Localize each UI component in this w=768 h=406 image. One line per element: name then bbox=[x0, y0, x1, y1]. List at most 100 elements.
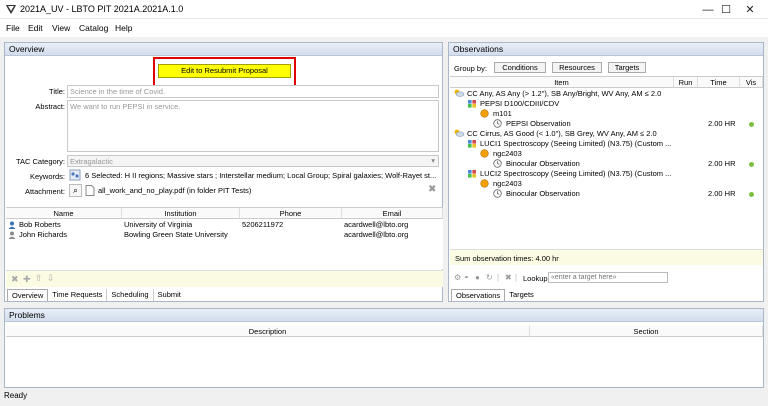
tac-category-select[interactable]: Extragalactic ▾ bbox=[67, 155, 439, 167]
visibility-dot bbox=[749, 192, 754, 197]
tree-item-label: Binocular Observation bbox=[506, 189, 580, 198]
investigator-name: Bob Roberts bbox=[19, 220, 61, 229]
sum-bar: Sum observation times: 4.00 hr bbox=[450, 249, 763, 265]
menu-view[interactable]: View bbox=[52, 23, 70, 33]
tab-time-requests[interactable]: Time Requests bbox=[48, 289, 108, 301]
tree-item-label: LUCI1 Spectroscopy (Seeing Limited) (N3.… bbox=[480, 139, 672, 148]
tree-item-label: ngc2403 bbox=[493, 149, 522, 158]
keywords-value: 6 Selected: H II regions; Massive stars … bbox=[85, 171, 437, 180]
delete-icon[interactable]: ✖ bbox=[11, 274, 19, 285]
group-by-label: Group by: bbox=[454, 64, 487, 73]
col-section[interactable]: Section bbox=[530, 326, 763, 337]
separator: | bbox=[497, 273, 500, 282]
tree-item[interactable]: Binocular Observation 2.00 HR bbox=[450, 189, 763, 199]
observations-panel: Observations Group by: Conditions Resour… bbox=[448, 42, 764, 302]
attach-button[interactable]: ⌕ bbox=[69, 184, 82, 197]
cloud-sun-icon bbox=[454, 89, 465, 97]
group-conditions-button[interactable]: Conditions bbox=[494, 62, 546, 73]
window-titlebar: 2021A_UV - LBTO PIT 2021A.2021A.1.0 — ☐ … bbox=[0, 0, 768, 19]
file-icon bbox=[85, 185, 95, 196]
overview-tabs: Overview Time Requests Scheduling Submit bbox=[7, 289, 442, 301]
tree-item-time: 2.00 HR bbox=[708, 119, 736, 128]
problems-list bbox=[6, 338, 763, 387]
refresh-icon[interactable]: ↻ bbox=[486, 273, 493, 282]
tab-overview[interactable]: Overview bbox=[7, 289, 49, 301]
col-time[interactable]: Time bbox=[698, 77, 740, 88]
overview-panel: Overview Edit to Resubmit Proposal Title… bbox=[4, 42, 443, 302]
problems-header: Problems bbox=[5, 309, 763, 322]
tree-item-label: m101 bbox=[493, 109, 512, 118]
tree-item[interactable]: LUCI2 Spectroscopy (Seeing Limited) (N3.… bbox=[450, 169, 763, 179]
investigators-table: Name Institution Phone Email Bob Roberts… bbox=[6, 207, 443, 269]
add-observation-icon[interactable]: ⚙ bbox=[454, 273, 461, 282]
tree-item[interactable]: Binocular Observation 2.00 HR bbox=[450, 159, 763, 169]
col-run[interactable]: Run bbox=[674, 77, 698, 88]
table-row[interactable]: Bob Roberts University of Virginia 52062… bbox=[6, 220, 443, 230]
attachment-value[interactable]: all_work_and_no_play.pdf (in folder PIT … bbox=[98, 186, 398, 196]
status-text: Ready bbox=[4, 391, 28, 400]
tree-item-label: LUCI2 Spectroscopy (Seeing Limited) (N3.… bbox=[480, 169, 672, 178]
person-icon bbox=[8, 221, 16, 229]
tree-item[interactable]: CC Any, AS Any (> 1.2"), SB Any/Bright, … bbox=[450, 89, 763, 99]
close-window-button[interactable]: ✕ bbox=[730, 0, 768, 19]
menu-edit[interactable]: Edit bbox=[28, 23, 43, 33]
add-resource-icon[interactable]: ◓ bbox=[464, 273, 469, 282]
tac-category-label: TAC Category: bbox=[15, 157, 65, 166]
title-field[interactable]: Science in the time of Covid. bbox=[67, 85, 439, 98]
investigator-email: acardwell@lbto.org bbox=[344, 220, 409, 229]
col-institution[interactable]: Institution bbox=[122, 208, 240, 219]
visibility-dot bbox=[749, 162, 754, 167]
menu-help[interactable]: Help bbox=[115, 23, 132, 33]
tree-item[interactable]: PEPSI D100/CDIII/CDV bbox=[450, 99, 763, 109]
tree-item[interactable]: ngc2403 bbox=[450, 179, 763, 189]
abstract-field[interactable]: We want to run PEPSI in service. bbox=[67, 100, 439, 152]
edit-resubmit-button[interactable]: Edit to Resubmit Proposal bbox=[158, 64, 291, 78]
col-description[interactable]: Description bbox=[6, 326, 530, 337]
tree-item[interactable]: LUCI1 Spectroscopy (Seeing Limited) (N3.… bbox=[450, 139, 763, 149]
tree-item-label: PEPSI Observation bbox=[506, 119, 571, 128]
col-item[interactable]: Item bbox=[450, 77, 674, 88]
lookup-input[interactable] bbox=[548, 272, 668, 283]
menu-catalog[interactable]: Catalog bbox=[79, 23, 108, 33]
app-logo-icon bbox=[6, 5, 16, 14]
tree-item-label: ngc2403 bbox=[493, 179, 522, 188]
tab-submit[interactable]: Submit bbox=[154, 289, 185, 301]
keywords-icon[interactable] bbox=[69, 169, 81, 181]
group-targets-button[interactable]: Targets bbox=[608, 62, 646, 73]
tab-targets[interactable]: Targets bbox=[505, 289, 538, 301]
col-name[interactable]: Name bbox=[6, 208, 122, 219]
move-up-icon[interactable]: ⇧ bbox=[35, 273, 43, 284]
tab-observations[interactable]: Observations bbox=[451, 289, 506, 301]
tree-item-label: CC Any, AS Any (> 1.2"), SB Any/Bright, … bbox=[467, 89, 662, 98]
group-resources-button[interactable]: Resources bbox=[552, 62, 602, 73]
observation-toolbar: ⚙ ◓ ● ↻ | ✖ | Lookup bbox=[450, 271, 763, 285]
observations-header: Observations bbox=[449, 43, 763, 56]
observations-tabs: Observations Targets bbox=[451, 289, 763, 301]
target-star-icon bbox=[480, 149, 489, 158]
col-phone[interactable]: Phone bbox=[240, 208, 342, 219]
table-row[interactable]: John Richards Bowling Green State Univer… bbox=[6, 230, 443, 240]
remove-attachment-icon[interactable]: ✖ bbox=[428, 184, 436, 195]
tab-scheduling[interactable]: Scheduling bbox=[107, 289, 154, 301]
investigator-phone: 5206211972 bbox=[242, 220, 284, 229]
tree-item[interactable]: CC Cirrus, AS Good (< 1.0"), SB Grey, WV… bbox=[450, 129, 763, 139]
overview-header: Overview bbox=[5, 43, 442, 56]
attachment-label: Attachment: bbox=[24, 187, 65, 196]
tree-item[interactable]: PEPSI Observation 2.00 HR bbox=[450, 119, 763, 129]
conditions-icon bbox=[454, 129, 465, 139]
chevron-down-icon: ▾ bbox=[431, 156, 435, 165]
tree-item[interactable]: m101 bbox=[450, 109, 763, 119]
observation-icon bbox=[493, 189, 502, 200]
add-icon[interactable]: ✚ bbox=[23, 274, 31, 285]
telescope-icon bbox=[468, 170, 476, 178]
col-vis[interactable]: Vis bbox=[740, 77, 763, 88]
add-target-icon[interactable]: ● bbox=[475, 273, 480, 282]
delete-observation-icon[interactable]: ✖ bbox=[505, 273, 512, 282]
col-email[interactable]: Email bbox=[342, 208, 443, 219]
menu-file[interactable]: File bbox=[6, 23, 20, 33]
tree-item-label: Binocular Observation bbox=[506, 159, 580, 168]
separator: | bbox=[515, 273, 518, 282]
move-down-icon[interactable]: ⇩ bbox=[47, 273, 55, 284]
problems-panel: Problems Description Section bbox=[4, 308, 764, 388]
tree-item[interactable]: ngc2403 bbox=[450, 149, 763, 159]
